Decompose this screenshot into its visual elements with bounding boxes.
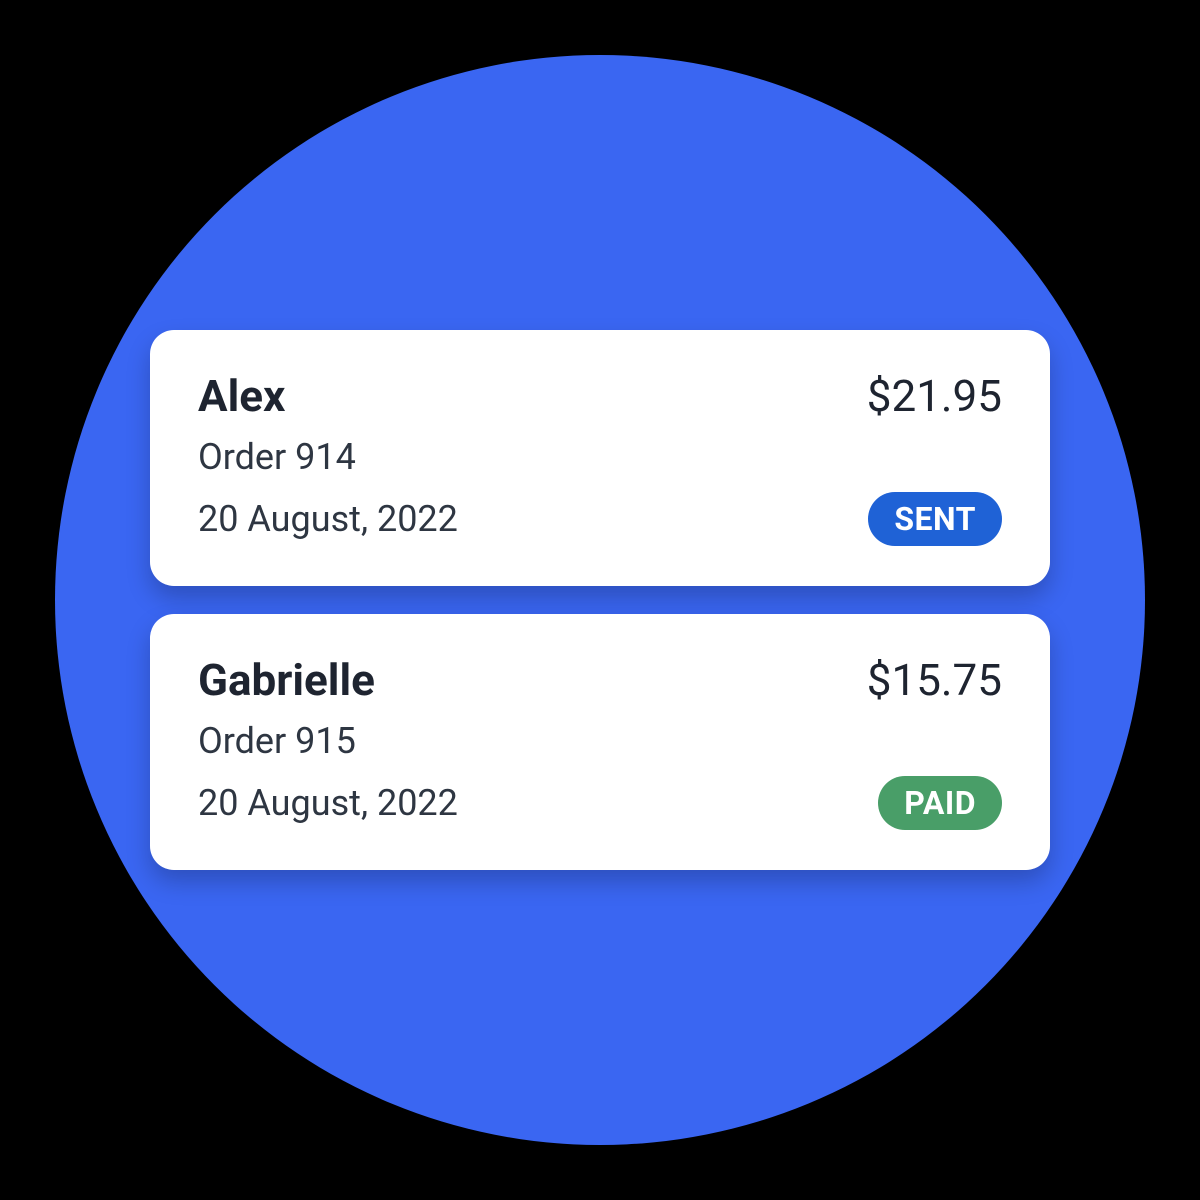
- customer-name: Alex: [198, 370, 285, 422]
- order-amount: $15.75: [867, 654, 1002, 706]
- status-badge: PAID: [878, 776, 1002, 830]
- order-row-bottom: 20 August, 2022 SENT: [198, 492, 1002, 546]
- order-row-top: Alex $21.95: [198, 370, 1002, 422]
- status-badge: SENT: [868, 492, 1002, 546]
- order-date: 20 August, 2022: [198, 498, 458, 540]
- order-id: Order 914: [198, 436, 356, 478]
- order-row-middle: Order 915: [198, 720, 1002, 762]
- order-id: Order 915: [198, 720, 356, 762]
- order-row-bottom: 20 August, 2022 PAID: [198, 776, 1002, 830]
- order-card[interactable]: Alex $21.95 Order 914 20 August, 2022 SE…: [150, 330, 1050, 586]
- order-amount: $21.95: [867, 370, 1002, 422]
- background-circle: Alex $21.95 Order 914 20 August, 2022 SE…: [55, 55, 1145, 1145]
- order-date: 20 August, 2022: [198, 782, 458, 824]
- customer-name: Gabrielle: [198, 654, 375, 706]
- order-row-top: Gabrielle $15.75: [198, 654, 1002, 706]
- order-row-middle: Order 914: [198, 436, 1002, 478]
- order-card[interactable]: Gabrielle $15.75 Order 915 20 August, 20…: [150, 614, 1050, 870]
